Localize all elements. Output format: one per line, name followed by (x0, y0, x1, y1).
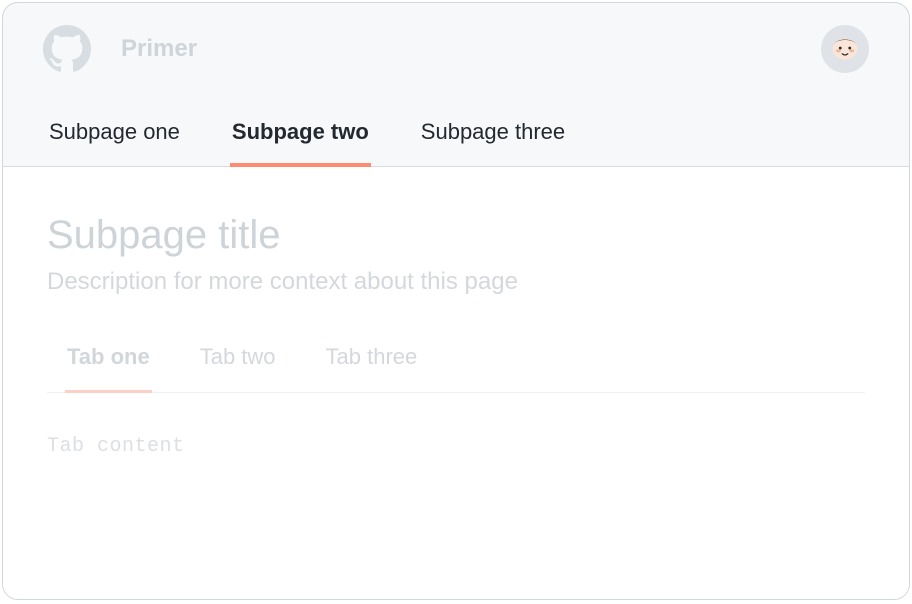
tab-content: Tab content (47, 393, 865, 458)
page-title: Subpage title (47, 213, 865, 258)
subpage-nav: Subpage one Subpage two Subpage three (3, 83, 909, 167)
avatar[interactable] (821, 25, 869, 73)
tab-two[interactable]: Tab two (198, 338, 278, 393)
avatar-icon (826, 30, 864, 68)
tabs: Tab one Tab two Tab three (47, 338, 865, 393)
tab-three[interactable]: Tab three (324, 338, 420, 393)
header-left: Primer (43, 25, 197, 73)
main-content: Subpage title Description for more conte… (3, 167, 909, 599)
app-frame: Primer Subpage one Subpage two Subpage t… (2, 2, 910, 600)
tab-label: Tab two (200, 344, 276, 369)
nav-item-label: Subpage three (421, 119, 565, 144)
nav-subpage-one[interactable]: Subpage one (47, 111, 182, 167)
tab-label: Tab three (326, 344, 418, 369)
nav-subpage-three[interactable]: Subpage three (419, 111, 567, 167)
nav-item-label: Subpage two (232, 119, 369, 144)
page-description: Description for more context about this … (47, 268, 865, 296)
nav-subpage-two[interactable]: Subpage two (230, 111, 371, 167)
tab-one[interactable]: Tab one (65, 338, 152, 393)
github-logo-icon (43, 25, 91, 73)
nav-item-label: Subpage one (49, 119, 180, 144)
header: Primer (3, 3, 909, 83)
brand-name: Primer (121, 35, 197, 63)
tab-label: Tab one (67, 344, 150, 369)
